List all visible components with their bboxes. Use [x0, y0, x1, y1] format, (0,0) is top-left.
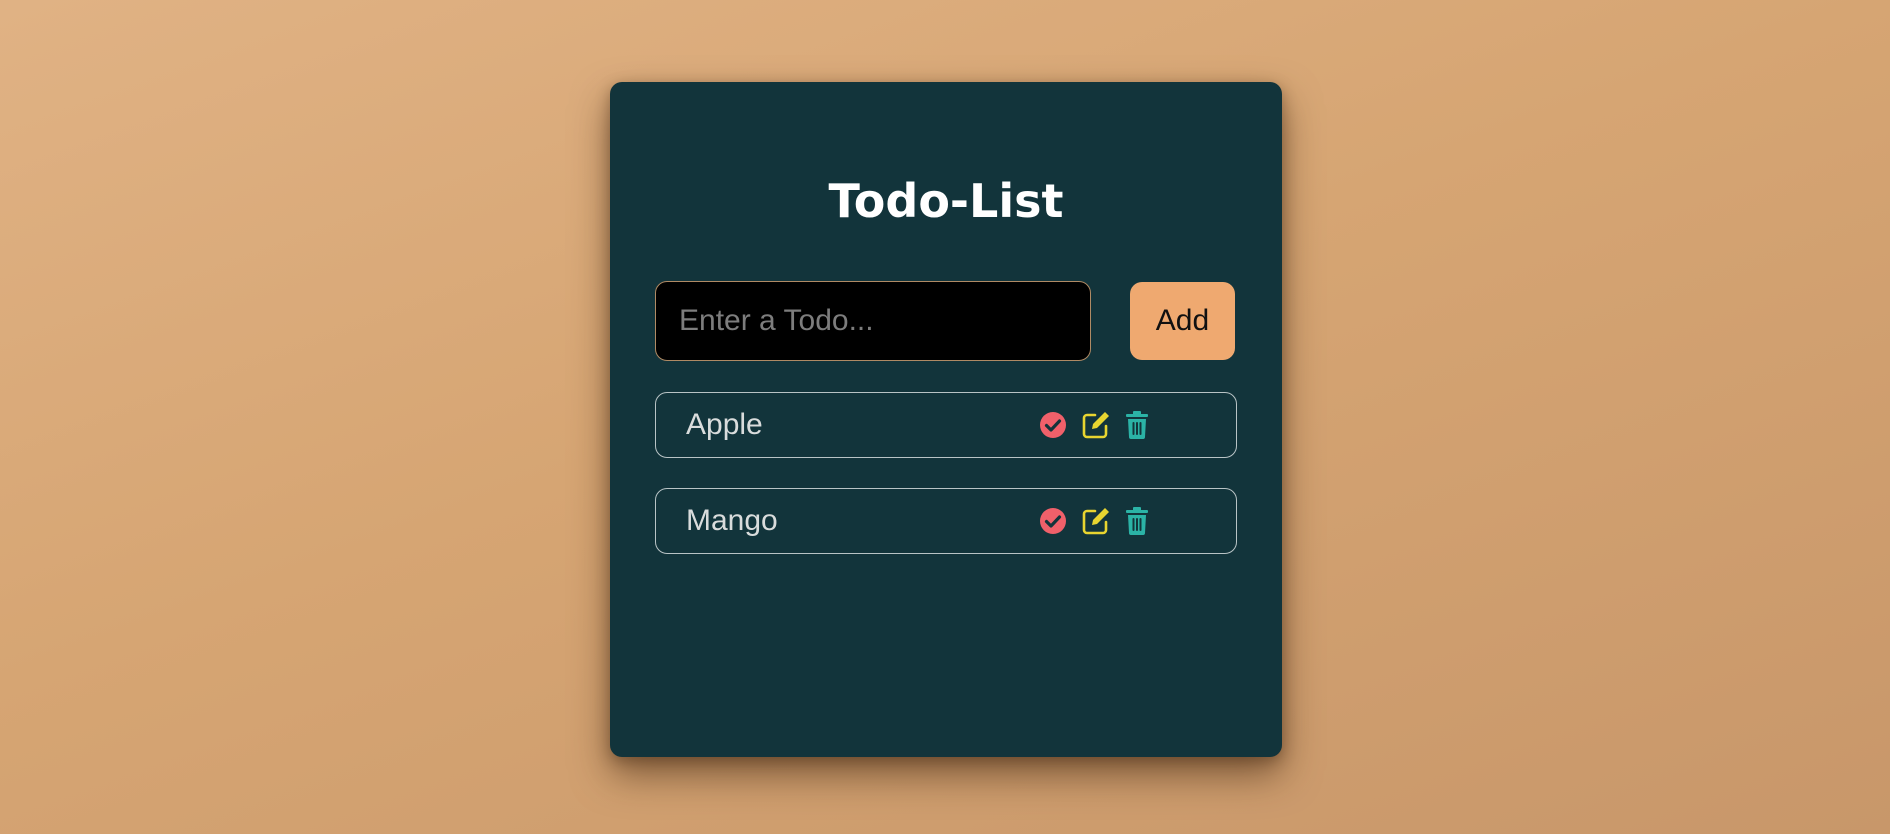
trash-icon: [1126, 411, 1148, 439]
edit-button[interactable]: [1080, 409, 1112, 441]
edit-icon: [1082, 412, 1109, 439]
todo-list: Apple Mango: [655, 392, 1237, 584]
check-circle-icon: [1040, 412, 1066, 438]
todo-card: Todo-List Add Apple: [610, 82, 1282, 757]
todo-item: Mango: [655, 488, 1237, 554]
page-title: Todo-List: [828, 174, 1064, 228]
complete-button[interactable]: [1038, 506, 1068, 536]
todo-text: Mango: [686, 504, 778, 537]
edit-icon: [1082, 508, 1109, 535]
todo-actions: [1038, 409, 1150, 441]
todo-input[interactable]: [655, 281, 1091, 361]
todo-text: Apple: [686, 408, 763, 441]
todo-item: Apple: [655, 392, 1237, 458]
add-button[interactable]: Add: [1130, 282, 1235, 360]
trash-icon: [1126, 507, 1148, 535]
check-circle-icon: [1040, 508, 1066, 534]
edit-button[interactable]: [1080, 505, 1112, 537]
complete-button[interactable]: [1038, 410, 1068, 440]
delete-button[interactable]: [1124, 410, 1150, 440]
delete-button[interactable]: [1124, 506, 1150, 536]
todo-actions: [1038, 505, 1150, 537]
